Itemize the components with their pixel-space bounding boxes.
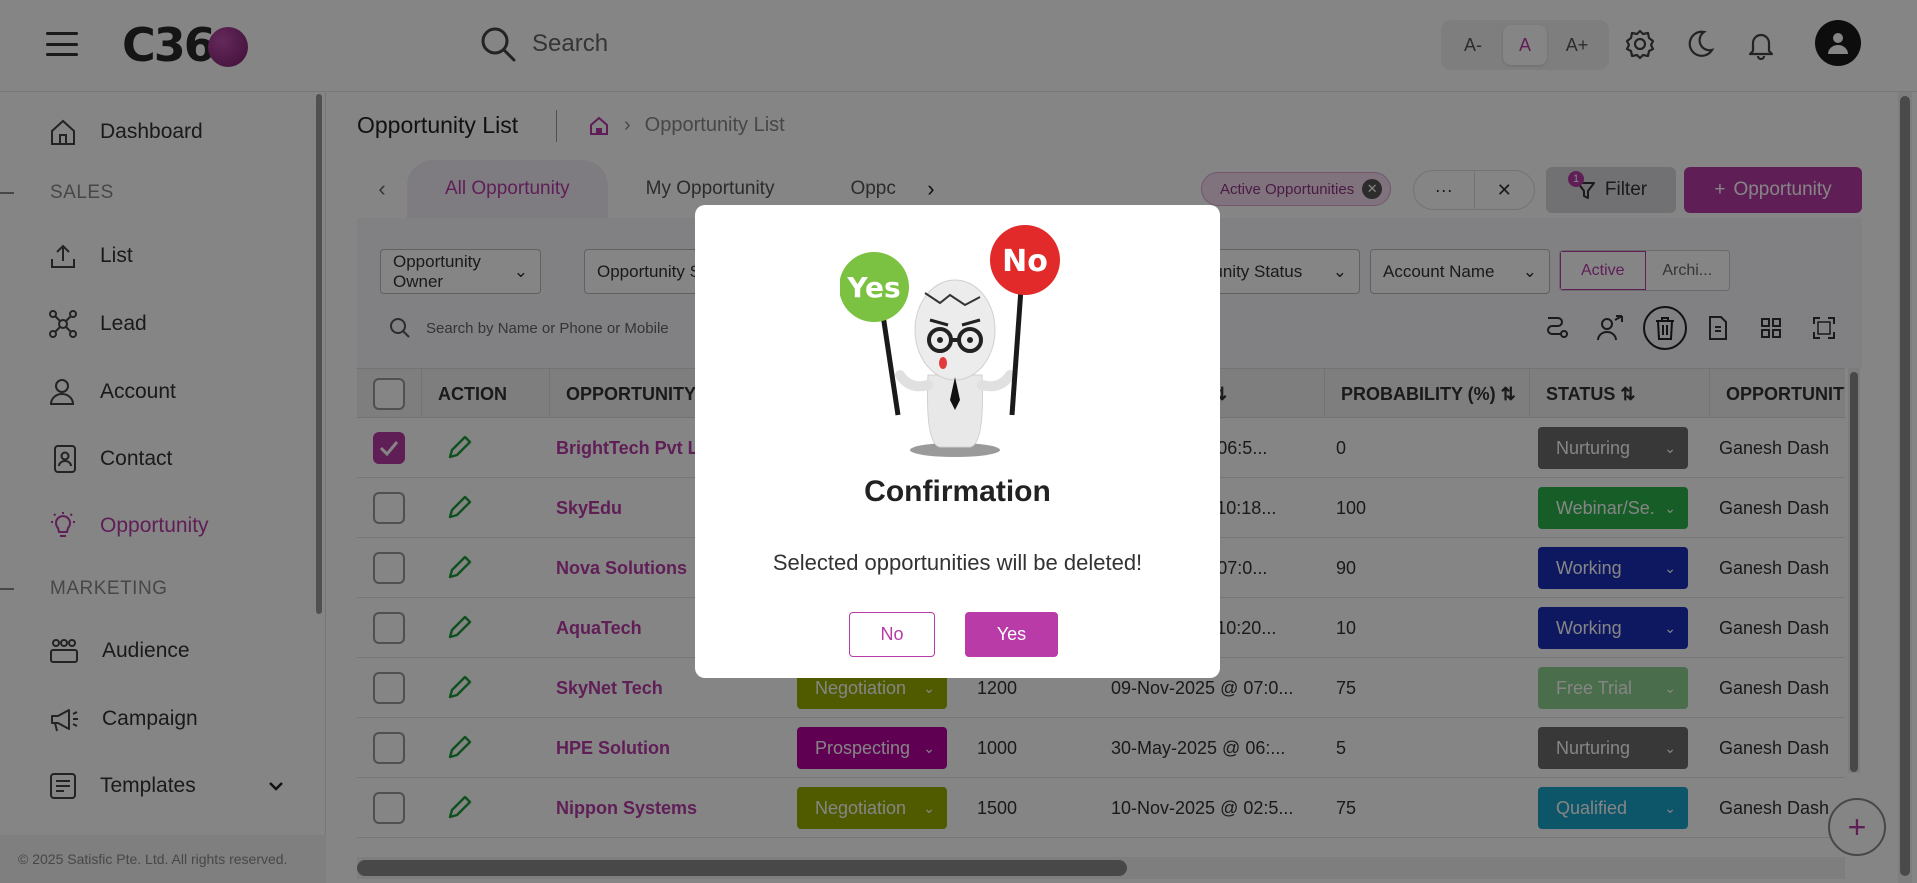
no-button[interactable]: No — [849, 612, 935, 657]
dialog-title: Confirmation — [864, 475, 1051, 508]
no-sign-text: No — [1002, 244, 1048, 279]
dialog-message: Selected opportunities will be deleted! — [772, 550, 1143, 575]
confused-character-illustration: Yes No — [840, 225, 1060, 457]
yes-sign-text: Yes — [846, 271, 900, 304]
yes-button[interactable]: Yes — [965, 612, 1058, 657]
confirmation-dialog: Yes No Confirmation Selected opportuniti… — [695, 205, 1220, 678]
